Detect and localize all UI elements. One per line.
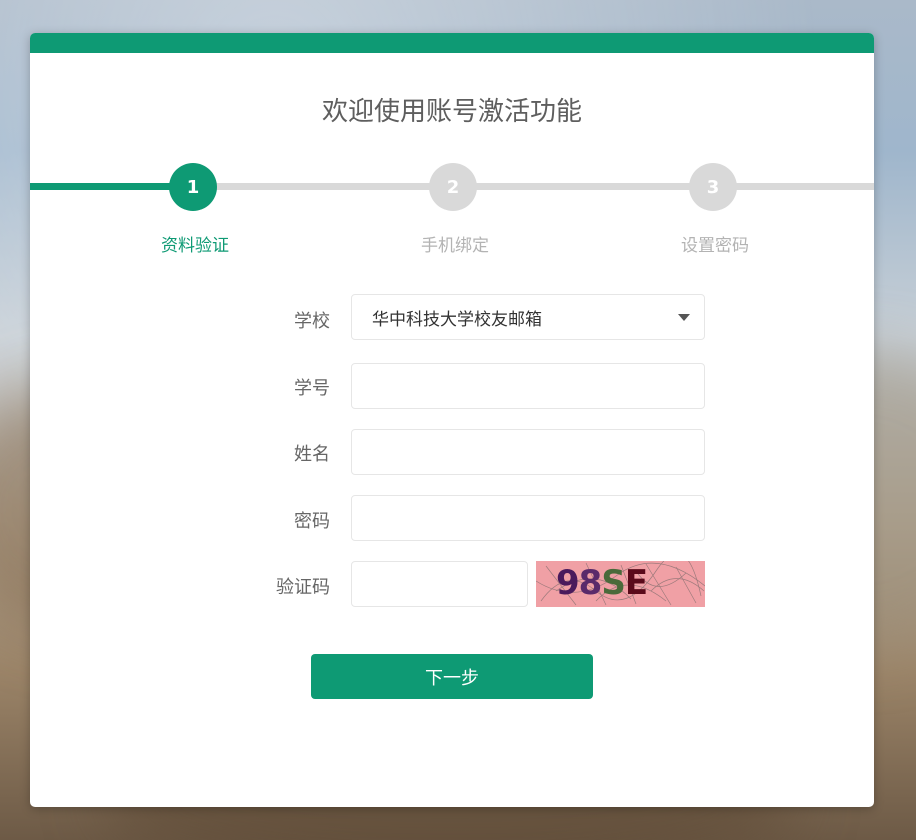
password-label: 密码 bbox=[294, 511, 330, 532]
step-1-circle: 1 bbox=[169, 163, 217, 211]
school-select-value: 华中科技大学校友邮箱 bbox=[372, 309, 542, 330]
school-label: 学校 bbox=[294, 311, 330, 332]
step-2-circle: 2 bbox=[429, 163, 477, 211]
activation-card: 欢迎使用账号激活功能 1 2 3 资料验证 手机绑定 设置密码 学校 华中科技大… bbox=[30, 33, 874, 807]
page-title: 欢迎使用账号激活功能 bbox=[321, 97, 582, 127]
captcha-image[interactable]: 98SE bbox=[536, 561, 705, 607]
step-1-label: 资料验证 bbox=[161, 236, 229, 256]
step-3-circle: 3 bbox=[689, 163, 737, 211]
step-2-label: 手机绑定 bbox=[421, 236, 489, 256]
student-id-label: 学号 bbox=[294, 378, 330, 399]
password-input[interactable] bbox=[351, 495, 705, 541]
captcha-label: 验证码 bbox=[276, 577, 330, 598]
next-step-button[interactable]: 下一步 bbox=[311, 654, 593, 699]
school-select[interactable]: 华中科技大学校友邮箱 bbox=[351, 294, 705, 340]
captcha-text: 98SE bbox=[556, 563, 648, 603]
name-input[interactable] bbox=[351, 429, 705, 475]
card-top-bar bbox=[30, 33, 874, 53]
name-label: 姓名 bbox=[294, 444, 330, 465]
captcha-char: S bbox=[601, 563, 625, 603]
captcha-char: 8 bbox=[578, 563, 603, 603]
captcha-char: 9 bbox=[556, 563, 580, 603]
student-id-input[interactable] bbox=[351, 363, 705, 409]
captcha-char: E bbox=[624, 563, 648, 603]
caret-down-icon bbox=[678, 314, 690, 321]
step-3-label: 设置密码 bbox=[681, 236, 749, 256]
captcha-input[interactable] bbox=[351, 561, 528, 607]
